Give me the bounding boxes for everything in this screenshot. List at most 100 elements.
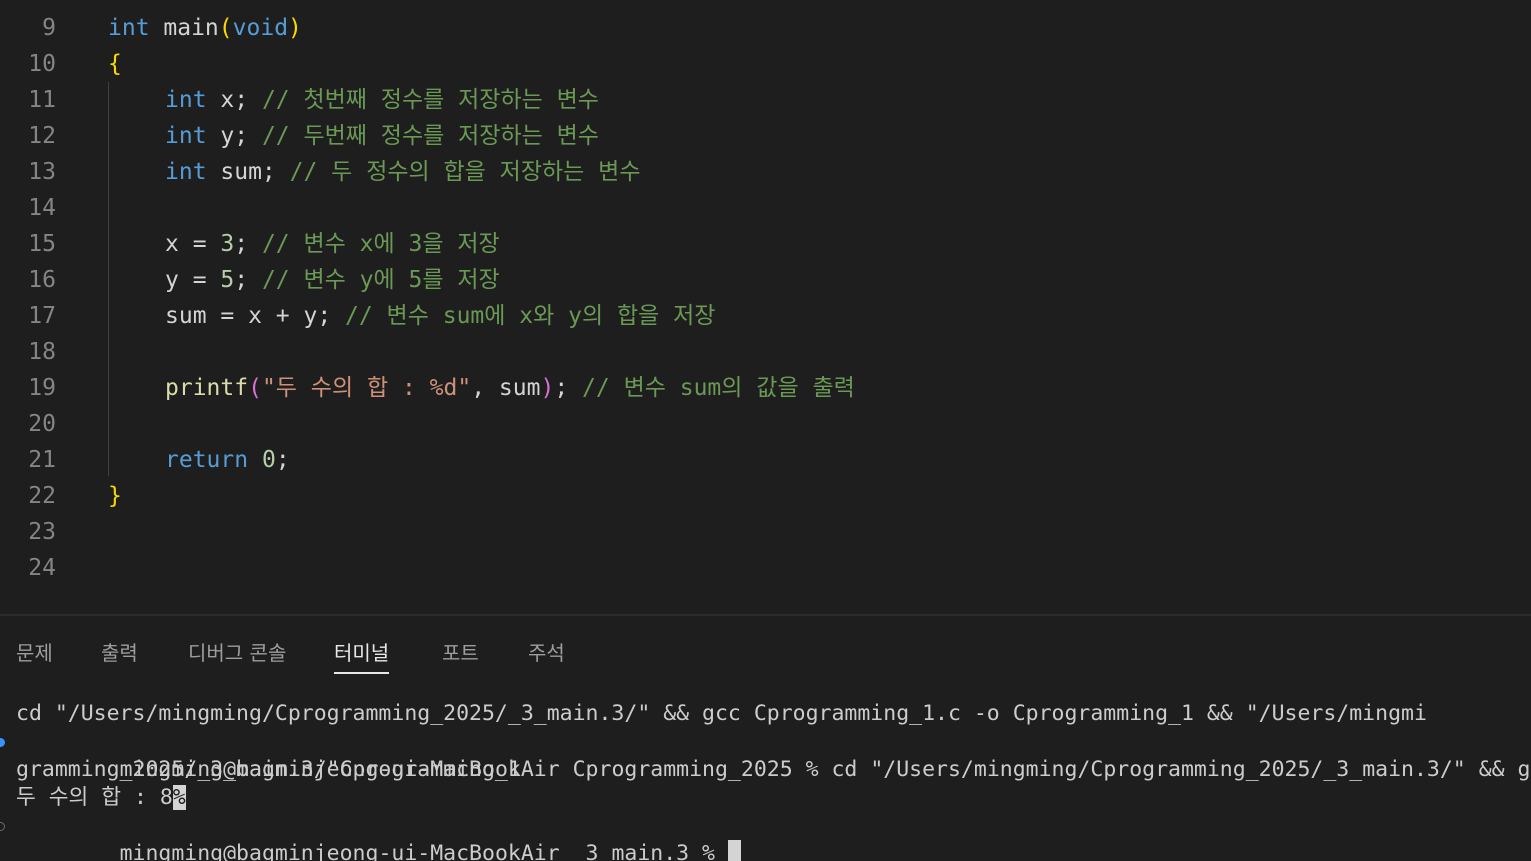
code-token: 3 bbox=[220, 231, 235, 257]
program-output: 두 수의 합 : 8 bbox=[16, 785, 173, 810]
code-line[interactable]: 23 bbox=[0, 514, 1531, 550]
no-newline-marker: % bbox=[172, 785, 186, 810]
code-text: y = 5; // 변수 y에 5를 저장 bbox=[108, 262, 500, 298]
code-token: int bbox=[165, 123, 207, 149]
code-token: ( bbox=[218, 15, 233, 41]
code-line[interactable]: 15 x = 3; // 변수 x에 3을 저장 bbox=[0, 226, 1531, 262]
terminal-line: mingming@bagminjeong-ui-MacBookAir _3_ma… bbox=[0, 812, 741, 861]
code-token: ) bbox=[540, 375, 555, 401]
code-line[interactable]: 11 int x; // 첫번째 정수를 저장하는 변수 bbox=[0, 82, 1531, 118]
code-token: // 첫번째 정수를 저장하는 변수 bbox=[261, 87, 599, 113]
terminal-cursor bbox=[727, 840, 741, 861]
terminal-line: 두 수의 합 : 8% bbox=[16, 784, 186, 812]
code-token: main bbox=[149, 15, 219, 41]
terminal-line: gramming_2025/_3_main.3/"Cprogramming_1 bbox=[16, 757, 521, 782]
code-token: sum = x + y; bbox=[165, 303, 346, 329]
code-token: ; bbox=[275, 447, 290, 473]
line-number: 18 bbox=[28, 339, 56, 365]
tab-debug-console[interactable]: 디버그 콘솔 bbox=[188, 636, 286, 674]
code-line[interactable]: 21 return 0; bbox=[0, 442, 1531, 478]
code-line[interactable]: 9 int main(void) bbox=[0, 10, 1531, 46]
code-token: return bbox=[165, 447, 249, 473]
circle-outline-icon[interactable] bbox=[0, 822, 5, 831]
code-text: int x; // 첫번째 정수를 저장하는 변수 bbox=[108, 82, 599, 118]
line-number: 10 bbox=[28, 51, 56, 77]
code-token: void bbox=[232, 15, 289, 41]
code-token: y; bbox=[206, 123, 262, 149]
code-text: int main(void) bbox=[108, 10, 302, 46]
code-token: int bbox=[165, 87, 207, 113]
terminal-line: cd "/Users/mingming/Cprogramming_2025/_3… bbox=[16, 701, 1427, 726]
code-token: "두 수의 합 : %d" bbox=[261, 375, 472, 401]
tab-terminal[interactable]: 터미널 bbox=[334, 636, 390, 674]
code-line[interactable]: 20 bbox=[0, 406, 1531, 442]
code-text: { bbox=[108, 46, 122, 82]
line-number: 23 bbox=[28, 519, 56, 545]
code-line[interactable]: 18 bbox=[0, 334, 1531, 370]
line-number: 17 bbox=[28, 303, 56, 329]
code-token: 0 bbox=[261, 447, 276, 473]
code-token: ) bbox=[288, 15, 302, 41]
code-line[interactable]: 13 int sum; // 두 정수의 합을 저장하는 변수 bbox=[0, 154, 1531, 190]
code-token: ; bbox=[234, 267, 262, 293]
line-number: 21 bbox=[28, 447, 56, 473]
code-token: } bbox=[108, 483, 122, 509]
tab-output[interactable]: 출력 bbox=[101, 636, 138, 674]
code-token: { bbox=[108, 51, 122, 77]
code-text: int y; // 두번째 정수를 저장하는 변수 bbox=[108, 118, 599, 154]
terminal-line: mingming@bagminjeong-ui-MacBookAir Cprog… bbox=[0, 728, 1530, 782]
code-token: x; bbox=[206, 87, 262, 113]
code-token: // 두 정수의 합을 저장하는 변수 bbox=[289, 159, 641, 185]
code-token: int bbox=[108, 15, 150, 41]
code-token: printf bbox=[165, 375, 249, 401]
line-number: 16 bbox=[28, 267, 56, 293]
code-token: // 변수 sum에 x와 y의 합을 저장 bbox=[345, 303, 716, 329]
bottom-panel: 문제 출력 디버그 콘솔 터미널 포트 주석 cd "/Users/mingmi… bbox=[0, 614, 1531, 861]
code-token: // 변수 x에 3을 저장 bbox=[261, 231, 500, 257]
code-text: } bbox=[108, 478, 122, 514]
code-text: return 0; bbox=[108, 442, 290, 478]
code-line[interactable]: 22} bbox=[0, 478, 1531, 514]
code-token: // 변수 sum의 값을 출력 bbox=[582, 375, 855, 401]
line-number: 15 bbox=[28, 231, 56, 257]
code-token: int bbox=[165, 159, 207, 185]
code-line[interactable]: 14 bbox=[0, 190, 1531, 226]
line-number: 11 bbox=[28, 87, 56, 113]
code-token: ( bbox=[248, 375, 262, 401]
line-number: 22 bbox=[28, 483, 56, 509]
code-line[interactable]: 17 sum = x + y; // 변수 sum에 x와 y의 합을 저장 bbox=[0, 298, 1531, 334]
terminal-prompt: mingming@bagminjeong-ui-MacBookAir _3_ma… bbox=[119, 841, 728, 861]
code-token: x = bbox=[165, 231, 221, 257]
code-token: ; bbox=[234, 231, 262, 257]
code-text: printf("두 수의 합 : %d", sum); // 변수 sum의 값… bbox=[108, 370, 855, 406]
code-editor[interactable]: 9 int main(void) 10{11 int x; // 첫번째 정수를 저장… bbox=[0, 0, 1531, 614]
tab-problems[interactable]: 문제 bbox=[16, 636, 53, 674]
code-line[interactable]: 19 printf("두 수의 합 : %d", sum); // 변수 sum의… bbox=[0, 370, 1531, 406]
line-number: 19 bbox=[28, 375, 56, 401]
circle-dot-icon[interactable] bbox=[0, 738, 5, 747]
code-token: y = bbox=[165, 267, 221, 293]
code-line[interactable]: 12 int y; // 두번째 정수를 저장하는 변수 bbox=[0, 118, 1531, 154]
vscode-window: 9 int main(void) 10{11 int x; // 첫번째 정수를 저장… bbox=[0, 0, 1531, 861]
line-number: 12 bbox=[28, 123, 56, 149]
line-number: 9 bbox=[42, 15, 56, 41]
code-text: x = 3; // 변수 x에 3을 저장 bbox=[108, 226, 500, 262]
code-token: // 두번째 정수를 저장하는 변수 bbox=[261, 123, 599, 149]
code-token: sum; bbox=[206, 159, 290, 185]
code-line[interactable]: 10 { bbox=[0, 46, 1531, 82]
tab-comments[interactable]: 주석 bbox=[528, 636, 565, 674]
tab-ports[interactable]: 포트 bbox=[442, 636, 479, 674]
code-text: int sum; // 두 정수의 합을 저장하는 변수 bbox=[108, 154, 641, 190]
line-number: 14 bbox=[28, 195, 56, 221]
code-token: // 변수 y에 5를 저장 bbox=[261, 267, 500, 293]
terminal-output[interactable]: cd "/Users/mingming/Cprogramming_2025/_3… bbox=[0, 698, 1531, 861]
code-line[interactable]: 24 bbox=[0, 550, 1531, 586]
line-number: 20 bbox=[28, 411, 56, 437]
code-token: ; bbox=[554, 375, 583, 401]
panel-tabs: 문제 출력 디버그 콘솔 터미널 포트 주석 bbox=[0, 616, 1531, 676]
code-text: sum = x + y; // 변수 sum에 x와 y의 합을 저장 bbox=[108, 298, 715, 334]
code-token: 5 bbox=[220, 267, 235, 293]
code-line[interactable]: 16 y = 5; // 변수 y에 5를 저장 bbox=[0, 262, 1531, 298]
line-number: 13 bbox=[28, 159, 56, 185]
